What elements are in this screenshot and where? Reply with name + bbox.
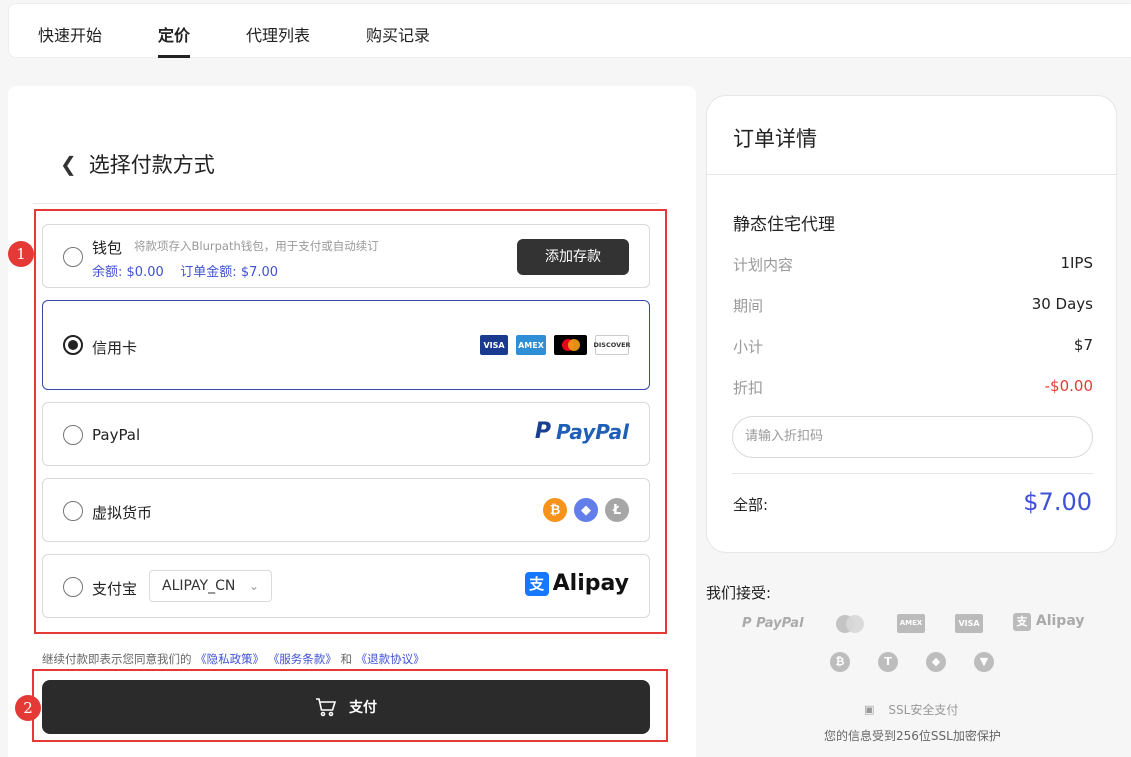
- accept-alipay-text: Alipay: [1035, 613, 1085, 629]
- payment-option-wallet[interactable]: 钱包 将款项存入Blurpath钱包，用于支付或自动续订 余额: $0.00 订…: [42, 224, 650, 288]
- alipay-logo: 支 Alipay: [524, 571, 629, 596]
- crypto-radio[interactable]: [63, 501, 83, 521]
- crypto-label: 虚拟货币: [92, 504, 153, 522]
- coupon-input[interactable]: 请输入折扣码: [732, 416, 1093, 458]
- wallet-balance-line: 余额: $0.00 订单金额: $7.00: [92, 261, 278, 280]
- balance-label: 余额:: [92, 265, 123, 280]
- pay-button-label: 支付: [349, 700, 377, 716]
- accept-paypal-logo: P PayPal: [742, 616, 804, 631]
- order-value: 30 Days: [1031, 295, 1093, 313]
- privacy-policy-link[interactable]: 《隐私政策》: [195, 652, 264, 666]
- paypal-logo: P PayPal: [535, 419, 629, 444]
- alipay-label: 支付宝: [92, 580, 138, 598]
- terms-and: 和: [340, 652, 352, 666]
- order-details-card: 订单详情 静态住宅代理 计划内容 1IPS 期间 30 Days 小计 $7 折…: [706, 95, 1117, 553]
- paypal-icon: P: [534, 419, 551, 444]
- accept-ethereum-icon: ◆: [926, 652, 946, 672]
- order-title: 订单详情: [733, 127, 817, 151]
- divider: [33, 203, 658, 204]
- accept-mastercard-icon: [834, 614, 866, 638]
- order-value: -$0.00: [1044, 377, 1093, 395]
- alipay-logo-text: Alipay: [552, 571, 629, 596]
- credit-card-label: 信用卡: [92, 339, 138, 357]
- payment-option-credit-card[interactable]: 信用卡 VISA AMEX DISCOVER: [42, 300, 650, 390]
- terms-prefix: 继续付款即表示您同意我们的: [42, 652, 192, 666]
- product-name: 静态住宅代理: [733, 215, 835, 235]
- total-label: 全部:: [733, 496, 769, 514]
- active-tab-indicator: [158, 55, 190, 58]
- order-row-period: 期间 30 Days: [733, 295, 1093, 316]
- alipay-region-value: ALIPAY_CN: [162, 578, 236, 594]
- total-value: $7.00: [1023, 488, 1092, 516]
- order-amount-label: 订单金额:: [180, 265, 237, 280]
- accept-title: 我们接受:: [706, 584, 772, 602]
- top-nav: 快速开始 定价 代理列表 购买记录: [8, 3, 1131, 58]
- accept-visa-icon: VISA: [955, 614, 983, 633]
- amex-icon: AMEX: [516, 335, 546, 355]
- divider: [732, 473, 1093, 474]
- wallet-radio[interactable]: [63, 247, 83, 267]
- order-key: 计划内容: [733, 256, 794, 274]
- order-row-subtotal: 小计 $7: [733, 336, 1093, 357]
- credit-card-radio[interactable]: [63, 335, 83, 355]
- chevron-down-icon: ⌄: [248, 579, 259, 593]
- payment-header: ❮ 选择付款方式: [60, 149, 215, 179]
- order-key: 期间: [733, 297, 764, 315]
- lock-icon: ▣: [864, 703, 875, 716]
- tab-purchase-history[interactable]: 购买记录: [366, 22, 430, 46]
- accept-paypal-text: PayPal: [756, 616, 804, 631]
- tab-proxy-list[interactable]: 代理列表: [246, 22, 310, 46]
- bitcoin-icon: ₿: [543, 498, 567, 522]
- ssl-badge: ▣ SSL安全支付: [864, 701, 958, 718]
- accept-amex-icon: AMEX: [897, 614, 925, 633]
- annotation-badge-2: 2: [15, 695, 41, 721]
- card-logos: VISA AMEX DISCOVER: [480, 335, 631, 355]
- visa-icon: VISA: [480, 335, 508, 355]
- terms-text: 继续付款即表示您同意我们的 《隐私政策》 《服务条款》 和 《退款协议》: [42, 651, 425, 667]
- wallet-label: 钱包: [92, 239, 123, 257]
- order-row-discount: 折扣 -$0.00: [733, 377, 1093, 398]
- mastercard-icon: [554, 335, 587, 355]
- order-row-plan: 计划内容 1IPS: [733, 254, 1093, 275]
- add-deposit-button[interactable]: 添加存款: [517, 239, 629, 275]
- paypal-icon: P: [742, 616, 757, 631]
- tab-quick-start[interactable]: 快速开始: [38, 22, 102, 46]
- payment-option-alipay[interactable]: 支付宝 ALIPAY_CN ⌄ 支 Alipay: [42, 554, 650, 618]
- page-title: 选择付款方式: [88, 153, 215, 177]
- balance-value: $0.00: [126, 265, 164, 280]
- order-value: $7: [1073, 336, 1093, 354]
- wallet-description: 将款项存入Blurpath钱包，用于支付或自动续订: [134, 239, 379, 253]
- alipay-region-select[interactable]: ALIPAY_CN ⌄: [149, 570, 272, 602]
- paypal-radio[interactable]: [63, 425, 83, 445]
- back-arrow-icon[interactable]: ❮: [60, 154, 77, 174]
- accept-tron-icon: ▼: [974, 652, 994, 672]
- divider: [707, 174, 1116, 175]
- ethereum-icon: ◆: [574, 498, 598, 522]
- order-key: 折扣: [733, 379, 764, 397]
- discover-icon: DISCOVER: [593, 335, 631, 355]
- order-amount-value: $7.00: [240, 265, 279, 280]
- accept-bitcoin-icon: ₿: [830, 652, 850, 672]
- refund-policy-link[interactable]: 《退款协议》: [356, 652, 425, 666]
- payment-option-crypto[interactable]: 虚拟货币 ₿ ◆ Ł: [42, 478, 650, 542]
- order-value: 1IPS: [1060, 254, 1093, 272]
- terms-of-service-link[interactable]: 《服务条款》: [268, 652, 337, 666]
- crypto-logos: ₿ ◆ Ł: [543, 498, 629, 522]
- pay-button[interactable]: 支付: [42, 680, 650, 734]
- payment-option-paypal[interactable]: PayPal P PayPal: [42, 402, 650, 466]
- accept-alipay-logo: 支 Alipay: [1013, 613, 1084, 631]
- paypal-logo-text: PayPal: [555, 419, 629, 444]
- ssl-note: 您的信息受到256位SSL加密保护: [824, 729, 1001, 743]
- annotation-badge-1: 1: [8, 241, 34, 267]
- paypal-label: PayPal: [92, 426, 141, 444]
- accept-tether-icon: T: [878, 652, 898, 672]
- alipay-radio[interactable]: [63, 577, 83, 597]
- litecoin-icon: Ł: [605, 498, 629, 522]
- tab-pricing[interactable]: 定价: [158, 22, 190, 46]
- alipay-icon: 支: [1013, 613, 1031, 631]
- cart-icon: [316, 698, 337, 717]
- ssl-label: SSL安全支付: [888, 703, 959, 717]
- alipay-icon: 支: [524, 571, 549, 596]
- order-key: 小计: [733, 338, 764, 356]
